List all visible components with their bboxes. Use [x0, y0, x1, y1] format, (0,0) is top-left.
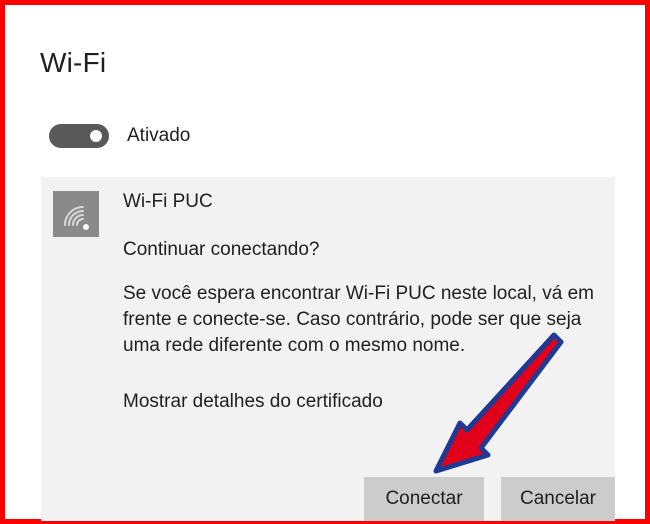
cancel-button[interactable]: Cancelar: [501, 477, 615, 521]
wifi-toggle-switch[interactable]: [49, 124, 109, 148]
screenshot-frame: Wi-Fi Ativado Wi-Fi PUC Continuar conect…: [0, 0, 650, 524]
page-title: Wi-Fi: [40, 47, 107, 78]
wifi-toggle-row: Ativado: [49, 121, 190, 151]
connect-button[interactable]: Conectar: [364, 477, 484, 521]
network-panel: Wi-Fi PUC Continuar conectando? Se você …: [41, 177, 615, 521]
show-certificate-link[interactable]: Mostrar detalhes do certificado: [123, 391, 383, 413]
network-name: Wi-Fi PUC: [123, 191, 213, 212]
toggle-knob: [90, 130, 102, 142]
wifi-toggle-label: Ativado: [127, 125, 191, 146]
connect-message: Se você espera encontrar Wi-Fi PUC neste…: [123, 283, 594, 356]
wifi-signal-icon: [53, 191, 99, 237]
connect-question: Continuar conectando?: [123, 239, 320, 260]
